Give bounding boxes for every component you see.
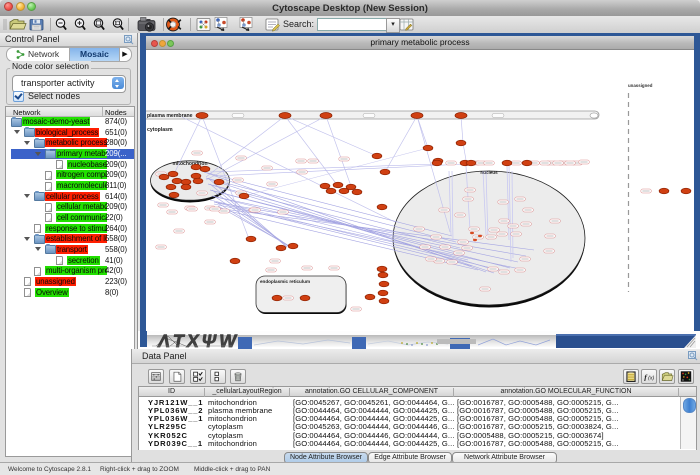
svg-text:unassigned: unassigned — [628, 83, 653, 88]
svg-text:endoplasmic reticulum: endoplasmic reticulum — [260, 279, 310, 284]
svg-text:cytoplasm: cytoplasm — [147, 127, 173, 133]
svg-text:1:1: 1:1 — [116, 21, 121, 25]
svg-text:ΛTΧΨW: ΛTΧΨW — [156, 331, 238, 349]
svg-text:plasma membrane: plasma membrane — [147, 113, 193, 119]
svg-text:(x): (x) — [648, 376, 654, 382]
